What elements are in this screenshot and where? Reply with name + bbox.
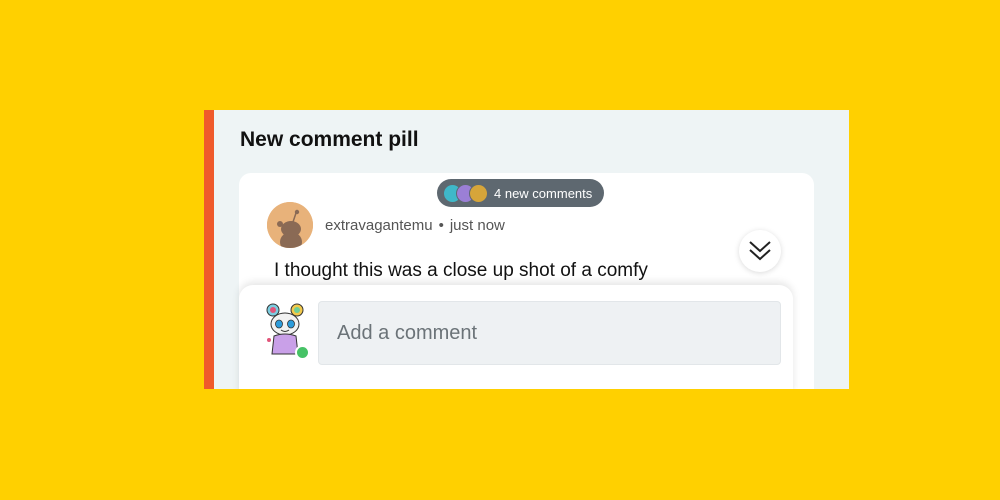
- meta-separator: •: [438, 217, 444, 234]
- new-comments-pill[interactable]: 4 new comments: [437, 179, 605, 207]
- comment-time: just now: [449, 217, 505, 234]
- new-comment-pill-card: New comment pill 4 new comments extravag…: [204, 110, 849, 389]
- online-status-dot: [295, 345, 310, 360]
- comment-meta: extravagantemu • just now: [325, 217, 505, 234]
- comment-author[interactable]: extravagantemu: [325, 217, 433, 234]
- jump-to-new-button[interactable]: [739, 230, 781, 272]
- card-title: New comment pill: [240, 128, 419, 151]
- pill-avatars: [443, 183, 488, 203]
- comment-body: I thought this was a close up shot of a …: [274, 260, 648, 281]
- double-chevron-down-icon: [749, 241, 771, 261]
- new-comments-label: 4 new comments: [494, 185, 593, 201]
- add-comment-input[interactable]: [318, 301, 781, 365]
- snoo-avatar-icon[interactable]: [267, 202, 313, 248]
- accent-bar: [204, 110, 214, 389]
- avatar-gold-icon: [469, 183, 488, 203]
